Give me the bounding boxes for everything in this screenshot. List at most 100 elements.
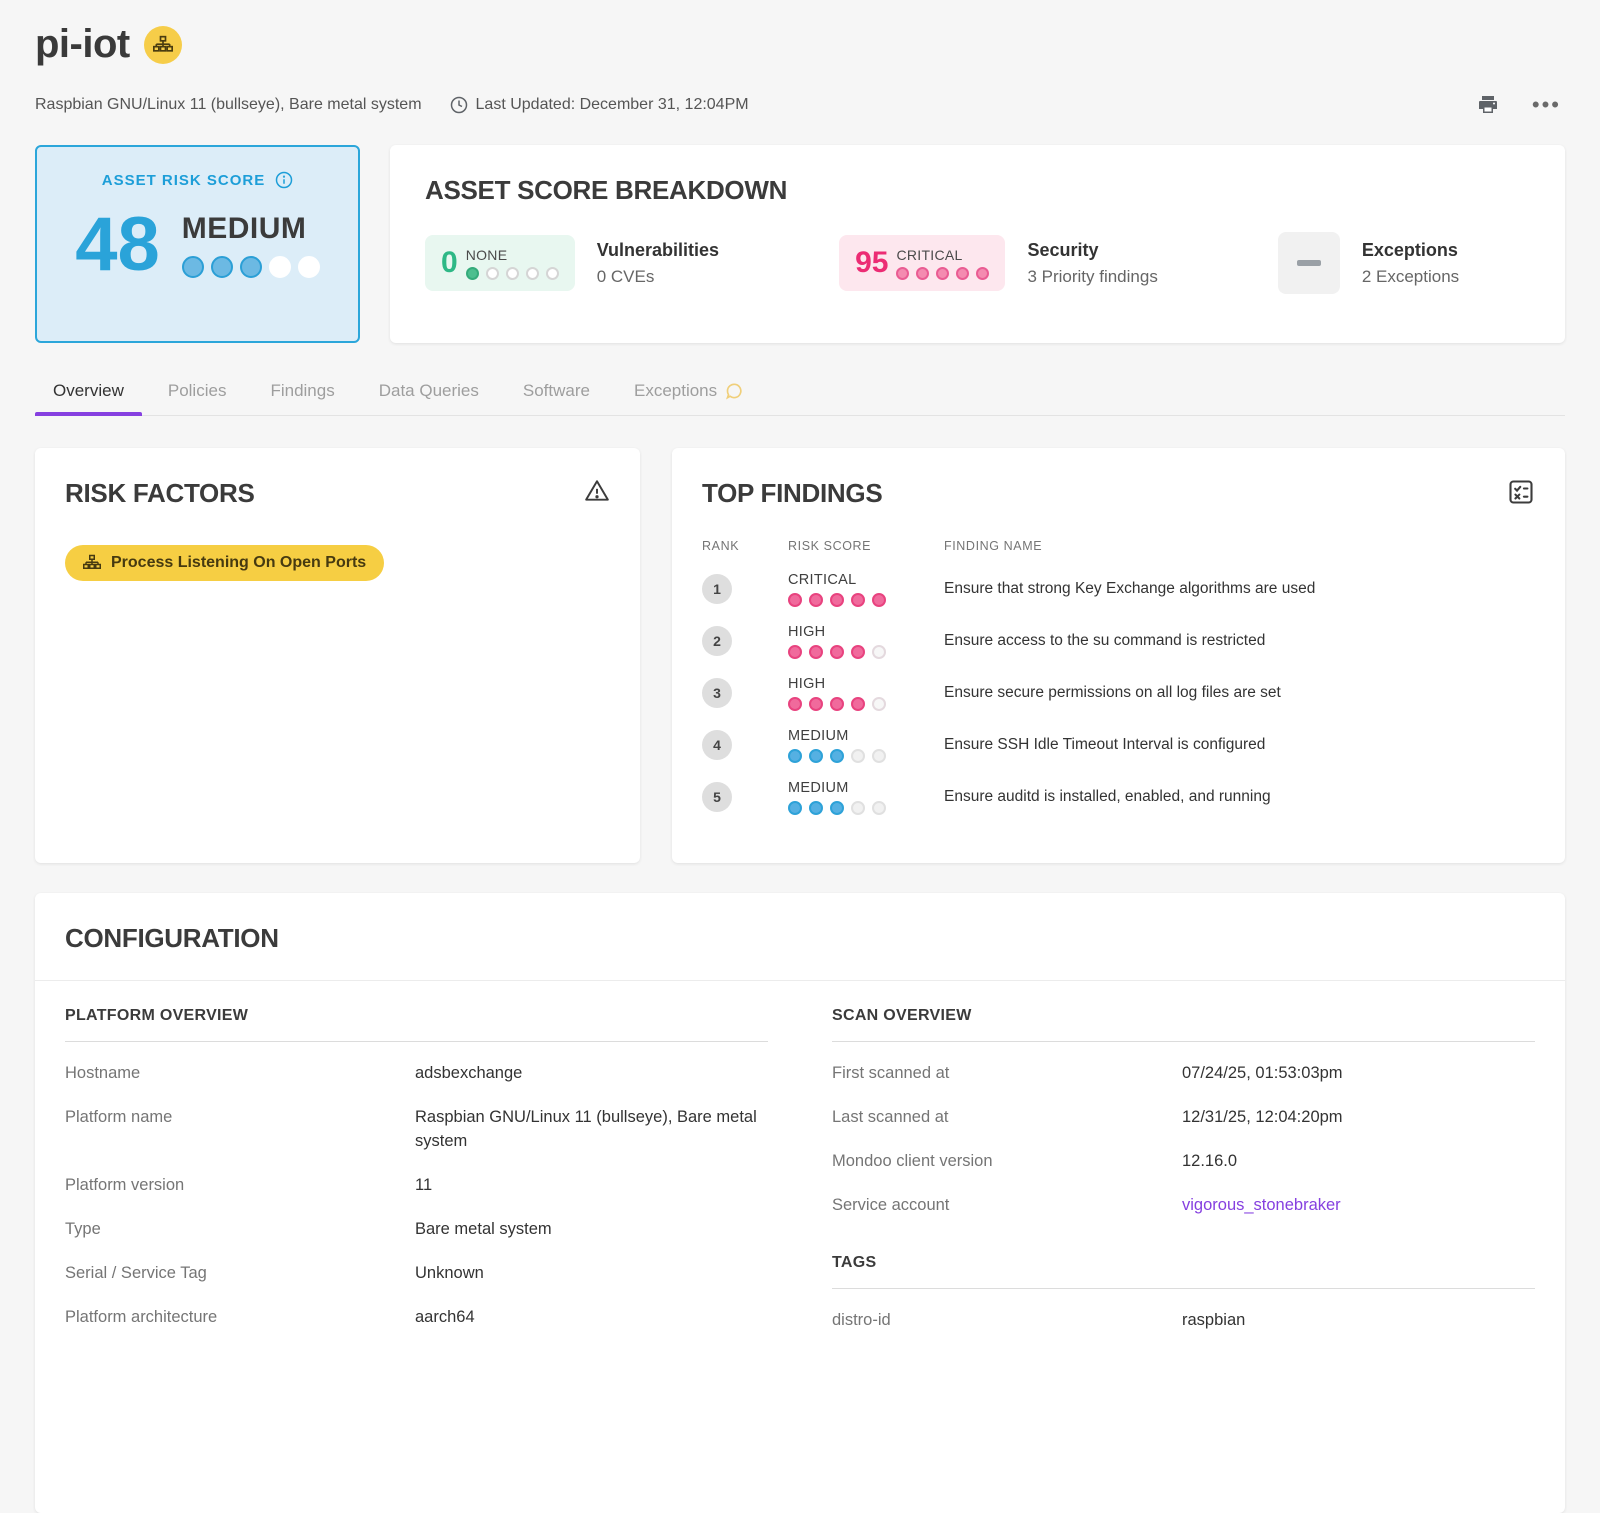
security-dots	[896, 267, 989, 280]
config-row: Last scanned at12/31/25, 12:04:20pm	[832, 1096, 1535, 1140]
config-row: Serial / Service TagUnknown	[65, 1252, 768, 1296]
risk-level-label: MEDIUM	[182, 212, 320, 246]
score-dot	[486, 267, 499, 280]
dash-icon	[1297, 260, 1321, 266]
last-updated-text: Last Updated: December 31, 12:04PM	[476, 96, 749, 114]
severity-dots	[788, 697, 944, 711]
tab-policies[interactable]: Policies	[150, 371, 245, 415]
finding-name: Ensure auditd is installed, enabled, and…	[944, 788, 1535, 806]
rank-badge: 5	[702, 782, 732, 812]
tab-overview[interactable]: Overview	[35, 371, 142, 415]
finding-row[interactable]: 3 HIGHEnsure secure permissions on all lo…	[702, 667, 1535, 719]
config-label: Hostname	[65, 1062, 415, 1086]
info-icon[interactable]	[275, 171, 293, 189]
risk-factor-chip[interactable]: Process Listening On Open Ports	[65, 545, 384, 581]
score-dot	[851, 749, 865, 763]
finding-row[interactable]: 2HIGHEnsure access to the su command is …	[702, 615, 1535, 667]
tab-software[interactable]: Software	[505, 371, 608, 415]
tags-title: TAGS	[832, 1254, 1535, 1288]
score-dot	[916, 267, 929, 280]
risk-factors-title: RISK FACTORS	[65, 478, 255, 509]
more-actions-button[interactable]: •••	[1528, 96, 1565, 114]
score-dot	[830, 645, 844, 659]
col-rank: RANK	[702, 539, 788, 553]
tab-label: Software	[523, 381, 590, 401]
score-dot	[788, 645, 802, 659]
config-label: Mondoo client version	[832, 1150, 1182, 1174]
severity-label: HIGH	[788, 676, 944, 692]
config-label: Service account	[832, 1194, 1182, 1218]
security-score-value: 95	[855, 248, 888, 278]
config-row: Service accountvigorous_stonebraker	[832, 1184, 1535, 1228]
finding-name: Ensure that strong Key Exchange algorith…	[944, 580, 1535, 598]
security-label: Security	[1027, 240, 1157, 261]
score-dot	[936, 267, 949, 280]
finding-name: Ensure access to the su command is restr…	[944, 632, 1535, 650]
page-header: pi-iot Raspbian GNU/Linux 11 (bullseye),…	[35, 0, 1565, 121]
rank-badge: 3	[702, 678, 732, 708]
tab-data-queries[interactable]: Data Queries	[361, 371, 497, 415]
finding-name: Ensure SSH Idle Timeout Interval is conf…	[944, 736, 1535, 754]
score-dot	[182, 256, 204, 278]
tab-findings[interactable]: Findings	[252, 371, 352, 415]
score-dot	[809, 645, 823, 659]
risk-score-dots	[182, 256, 320, 278]
speech-bubble-icon	[725, 381, 745, 401]
score-dot	[788, 801, 802, 815]
score-dot	[809, 749, 823, 763]
config-label: distro-id	[832, 1309, 1182, 1333]
config-label: Last scanned at	[832, 1106, 1182, 1130]
config-label: Platform version	[65, 1174, 415, 1198]
breakdown-item-security: 95 CRITICAL Security 3 Priority findings	[839, 235, 1158, 291]
finding-row[interactable]: 1CRITICALEnsure that strong Key Exchange…	[702, 563, 1535, 615]
platform-overview-title: PLATFORM OVERVIEW	[65, 1007, 768, 1041]
warning-triangle-icon	[584, 478, 610, 504]
severity-label: MEDIUM	[788, 780, 944, 796]
score-dot	[546, 267, 559, 280]
config-value: aarch64	[415, 1306, 760, 1330]
config-row: Platform nameRaspbian GNU/Linux 11 (bull…	[65, 1096, 768, 1164]
finding-row[interactable]: 4MEDIUMEnsure SSH Idle Timeout Interval …	[702, 719, 1535, 771]
service-account-link[interactable]: vigorous_stonebraker	[1182, 1196, 1341, 1214]
severity-label: MEDIUM	[788, 728, 944, 744]
config-value: 11	[415, 1174, 760, 1198]
config-value: Raspbian GNU/Linux 11 (bullseye), Bare m…	[415, 1106, 760, 1154]
severity-dots	[788, 593, 944, 607]
print-button[interactable]	[1472, 89, 1504, 121]
tab-label: Overview	[53, 381, 124, 401]
score-dot	[830, 593, 844, 607]
score-dot	[809, 593, 823, 607]
tab-label: Findings	[270, 381, 334, 401]
config-label: Type	[65, 1218, 415, 1242]
tab-label: Data Queries	[379, 381, 479, 401]
tab-bar: Overview Policies Findings Data Queries Soft…	[35, 371, 1565, 416]
risk-factors-card: RISK FACTORS Process	[35, 448, 640, 863]
configuration-title: CONFIGURATION	[35, 923, 1565, 980]
tab-label: Policies	[168, 381, 227, 401]
severity-label: CRITICAL	[788, 572, 944, 588]
risk-score-value: 48	[75, 207, 160, 283]
score-dot	[788, 697, 802, 711]
sitemap-icon	[153, 35, 173, 55]
score-dot	[872, 749, 886, 763]
score-dot	[788, 749, 802, 763]
config-row: Hostnameadsbexchange	[65, 1052, 768, 1096]
config-row: distro-idraspbian	[832, 1299, 1535, 1343]
finding-name: Ensure secure permissions on all log fil…	[944, 684, 1535, 702]
score-dot	[872, 801, 886, 815]
score-dot	[830, 801, 844, 815]
platform-subtitle: Raspbian GNU/Linux 11 (bullseye), Bare m…	[35, 96, 422, 114]
security-score-badge: 95 CRITICAL	[839, 235, 1005, 291]
asset-avatar	[144, 26, 182, 64]
config-value: 12.16.0	[1182, 1150, 1527, 1174]
tab-exceptions[interactable]: Exceptions	[616, 371, 763, 415]
scan-overview-title: SCAN OVERVIEW	[832, 1007, 1535, 1041]
config-value: Bare metal system	[415, 1218, 760, 1242]
configuration-card: CONFIGURATION PLATFORM OVERVIEW Hostname…	[35, 893, 1565, 1513]
finding-row[interactable]: 5 MEDIUMEnsure auditd is installed, enabl…	[702, 771, 1535, 823]
clock-icon	[450, 96, 468, 114]
top-findings-title: TOP FINDINGS	[702, 478, 882, 509]
risk-score-label: ASSET RISK SCORE	[102, 172, 266, 189]
config-value: vigorous_stonebraker	[1182, 1194, 1527, 1218]
tabs-divider	[35, 415, 1565, 416]
